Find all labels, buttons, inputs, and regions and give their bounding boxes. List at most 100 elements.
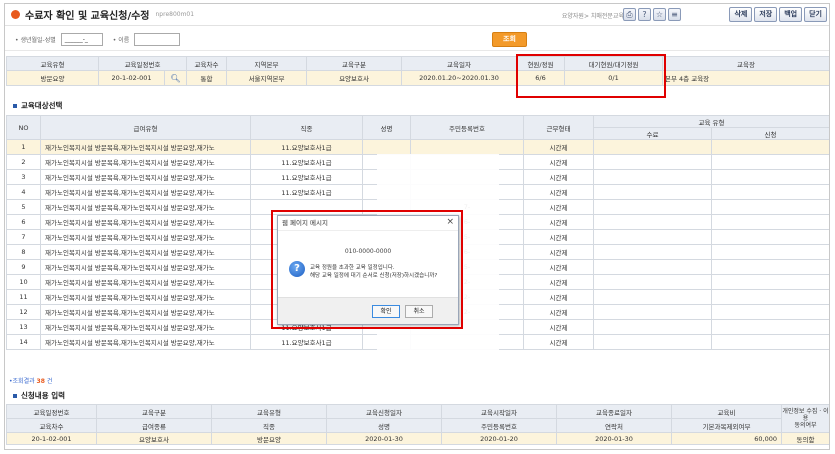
cell-benefit-type: 재가노인복지시설 방문목욕,재가노인복지시설 방문요양,재가노 xyxy=(40,274,251,290)
col-exempt-subject: 기본과목제외여부 xyxy=(671,418,782,433)
cell-work-type: 시간제 xyxy=(523,214,594,230)
cell-start-date: 2020-01-20 xyxy=(441,432,557,445)
cell-no: 14 xyxy=(6,334,41,350)
cell-benefit-type: 재가노인복지시설 방문목욕,재가노인복지시설 방문요양,재가노 xyxy=(40,289,251,305)
cell-completed xyxy=(593,214,712,230)
col-capacity: 현원/정원 xyxy=(516,56,566,71)
dialog-code: 010-0000-0000 xyxy=(344,248,392,255)
course-info-row[interactable]: 방문요양 20-1-02-001 🔍︎ 통합 서울지역본부 요양보호사 2020… xyxy=(6,70,829,86)
result-count: •조회결과 38 건 xyxy=(9,378,53,385)
cell-benefit-type: 재가노인복지시설 방문목욕,재가노인복지시설 방문요양,재가노 xyxy=(40,214,251,230)
help-icon[interactable]: ? xyxy=(638,8,651,21)
save-button[interactable]: 저장 xyxy=(754,7,778,22)
backup-button[interactable]: 백업 xyxy=(779,7,803,22)
cell-benefit-type: 재가노인복지시설 방문목욕,재가노인복지시설 방문요양,재가노 xyxy=(40,334,251,350)
col-schedule-no: 교육일정번호 xyxy=(97,56,188,71)
col-start-date: 교육시작일자 xyxy=(441,404,557,419)
cell-applied xyxy=(711,169,829,185)
col-privacy-consent: 개인정보 수집 · 이용 동의여부 xyxy=(781,404,829,433)
cell-applied xyxy=(711,154,829,170)
close-button[interactable]: 닫기 xyxy=(804,7,827,22)
cell-job: 11.요양보호사1급 xyxy=(250,154,363,170)
cell-no: 13 xyxy=(6,319,41,335)
cell-completed xyxy=(593,319,712,335)
cell-benefit-type: 재가노인복지시설 방문목욕,재가노인복지시설 방문요양,재가노 xyxy=(40,304,251,320)
ok-button[interactable]: 확인 xyxy=(372,305,400,318)
col-region: 지역본부 xyxy=(226,56,308,71)
cell-applied xyxy=(711,319,829,335)
cell-applied xyxy=(711,199,829,215)
cell-region: 서울지역본부 xyxy=(226,70,308,86)
cell-apply-date[interactable]: 2020-01-30 xyxy=(326,432,442,445)
table-row[interactable]: 1 재가노인복지시설 방문목욕,재가노인복지시설 방문요양,재가노 11.요양보호사… xyxy=(6,139,829,155)
search-bar: • 생년월일-성별 ______-_ • 이름 조회 xyxy=(5,29,829,51)
section-bullet-icon xyxy=(13,103,17,108)
cell-work-type: 시간제 xyxy=(523,319,594,335)
cell-completed xyxy=(593,169,712,185)
cell-benefit-type: 재가노인복지시설 방문목욕,재가노인복지시설 방문요양,재가노 xyxy=(40,184,251,200)
menu-icon[interactable]: ≡ xyxy=(668,8,681,21)
cell-applied xyxy=(711,244,829,260)
cell-no: 8 xyxy=(6,244,41,260)
col-edu-category: 교육구분 xyxy=(96,404,212,419)
birth-input[interactable]: ______-_ xyxy=(60,33,103,46)
cell-edu-category: 요양보호사 xyxy=(306,70,403,86)
print-icon[interactable]: ⎙ xyxy=(623,8,636,21)
cell-schedule-no: 20-1-02-001 xyxy=(98,70,165,86)
question-icon: ? xyxy=(289,261,305,277)
cell-no: 3 xyxy=(6,169,41,185)
cell-applied xyxy=(711,259,829,275)
cell-no: 7 xyxy=(6,229,41,245)
name-input[interactable] xyxy=(134,33,181,46)
col-edu-type: 교육유형 xyxy=(211,404,327,419)
close-icon[interactable]: × xyxy=(446,217,454,227)
cell-work-type: 시간제 xyxy=(523,184,594,200)
col-work-type: 근무형태 xyxy=(523,115,594,140)
search-icon[interactable]: 🔍︎ xyxy=(163,70,188,86)
col-contact: 연락처 xyxy=(556,418,672,433)
cell-work-type: 시간제 xyxy=(523,274,594,290)
cell-job: 11.요양보호사1급 xyxy=(250,184,363,200)
cell-work-type: 시간제 xyxy=(523,199,594,215)
cell-completed xyxy=(593,334,712,350)
cell-applied xyxy=(711,304,829,320)
cell-no: 5 xyxy=(6,199,41,215)
cell-work-type: 시간제 xyxy=(523,169,594,185)
col-wait-capacity: 대기현원/대기정원 xyxy=(564,56,664,71)
breadcrumb: 요양자원> 치매전문교육 xyxy=(561,13,624,20)
cell-consent[interactable]: 동의함 xyxy=(781,432,829,445)
cell-edu-type: 방문요양 xyxy=(6,70,99,86)
cell-applied xyxy=(711,214,829,230)
cell-no: 6 xyxy=(6,214,41,230)
cell-applied xyxy=(711,184,829,200)
cell-fee: 60,000 xyxy=(671,432,782,445)
col-fee: 교육비 xyxy=(671,404,782,419)
cell-completed xyxy=(593,154,712,170)
cell-venue: 본부 4층 교육장 xyxy=(662,70,829,86)
delete-button[interactable]: 삭제 xyxy=(729,7,753,22)
col-benefit-kind: 급여종류 xyxy=(96,418,212,433)
cell-job xyxy=(250,199,363,215)
cell-completed xyxy=(593,199,712,215)
cell-job: 11.요양보호사1급 xyxy=(250,169,363,185)
cell-end-date: 2020-01-30 xyxy=(556,432,672,445)
cancel-button[interactable]: 취소 xyxy=(405,305,433,318)
cell-completed xyxy=(593,244,712,260)
cell-applied xyxy=(711,139,829,155)
cell-no: 11 xyxy=(6,289,41,305)
dialog-footer: 확인 취소 xyxy=(278,297,458,324)
favorite-icon[interactable]: ☆ xyxy=(653,8,666,21)
cell-edu-category: 요양보호사 xyxy=(96,432,212,445)
col-resident-id: 주민등록번호 xyxy=(441,418,557,433)
search-button[interactable]: 조회 xyxy=(492,32,527,47)
cell-wait-capacity: 0/1 xyxy=(564,70,664,86)
cell-completed xyxy=(593,139,712,155)
application-row[interactable]: 20-1-02-001 요양보호사 방문요양 2020-01-30 2020-0… xyxy=(6,432,829,445)
cell-resident-id xyxy=(410,139,524,155)
col-benefit-type: 급여유형 xyxy=(40,115,251,140)
cell-applied xyxy=(711,289,829,305)
cell-no: 10 xyxy=(6,274,41,290)
cell-benefit-type: 재가노인복지시설 방문목욕,재가노인복지시설 방문요양,재가노 xyxy=(40,319,251,335)
col-venue: 교육장 xyxy=(662,56,829,71)
col-apply-date: 교육신청일자 xyxy=(326,404,442,419)
